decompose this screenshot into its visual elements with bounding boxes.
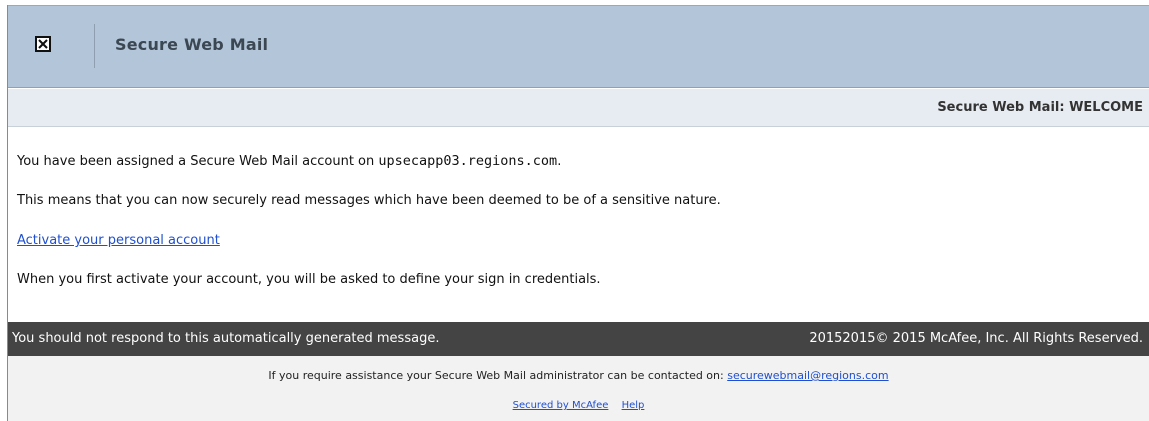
credentials-note: When you first activate your account, yo…: [17, 272, 601, 287]
page-title: Secure Web Mail: WELCOME: [937, 100, 1143, 115]
app-title: Secure Web Mail: [115, 35, 269, 54]
help-link[interactable]: Help: [622, 400, 645, 411]
sensitive-note: This means that you can now securely rea…: [17, 193, 721, 208]
footer-links: Secured by McAfee Help: [8, 400, 1149, 411]
assistance-line: If you require assistance your Secure We…: [8, 369, 1149, 382]
admin-email-link[interactable]: securewebmail@regions.com: [727, 369, 888, 382]
assistance-text: If you require assistance your Secure We…: [268, 369, 728, 382]
assistance-section: If you require assistance your Secure We…: [8, 356, 1149, 421]
close-box-icon: [35, 36, 51, 52]
page-subheader: Secure Web Mail: WELCOME: [8, 89, 1149, 127]
activate-account-link[interactable]: Activate your personal account: [17, 233, 220, 248]
copyright-notice: 20152015© 2015 McAfee, Inc. All Rights R…: [809, 331, 1143, 346]
header-divider: [94, 24, 95, 68]
assignment-line: You have been assigned a Secure Web Mail…: [17, 153, 561, 169]
activate-line: Activate your personal account: [17, 233, 220, 248]
footer-bar: You should not respond to this automatic…: [8, 322, 1149, 356]
assignment-suffix: .: [557, 154, 562, 169]
page-frame: Secure Web Mail Secure Web Mail: WELCOME…: [7, 5, 1149, 421]
secured-by-mcafee-link[interactable]: Secured by McAfee: [513, 400, 609, 411]
assignment-text: You have been assigned a Secure Web Mail…: [17, 154, 379, 169]
server-hostname: upsecapp03.regions.com: [378, 153, 558, 169]
app-header: Secure Web Mail: [8, 5, 1149, 88]
no-reply-notice: You should not respond to this automatic…: [12, 331, 440, 346]
